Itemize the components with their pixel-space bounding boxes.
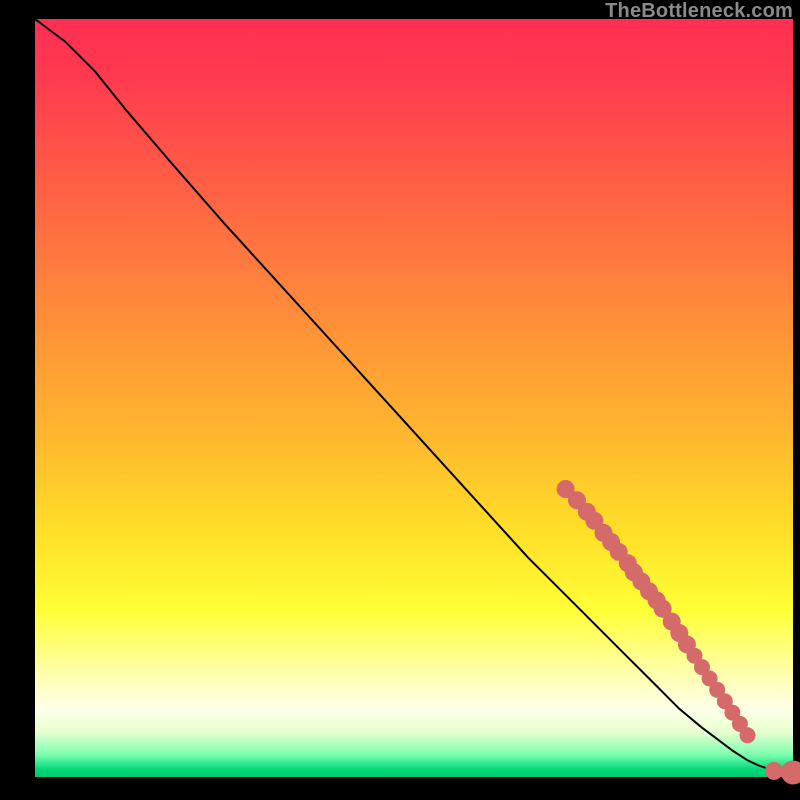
data-point	[765, 762, 783, 780]
scatter-group	[557, 480, 800, 785]
chart-frame: TheBottleneck.com	[0, 0, 800, 800]
curve-path	[35, 19, 793, 773]
chart-svg	[35, 19, 793, 777]
data-point	[740, 727, 756, 743]
plot-area	[35, 19, 793, 777]
data-point	[781, 761, 800, 785]
attribution-text: TheBottleneck.com	[605, 0, 793, 23]
